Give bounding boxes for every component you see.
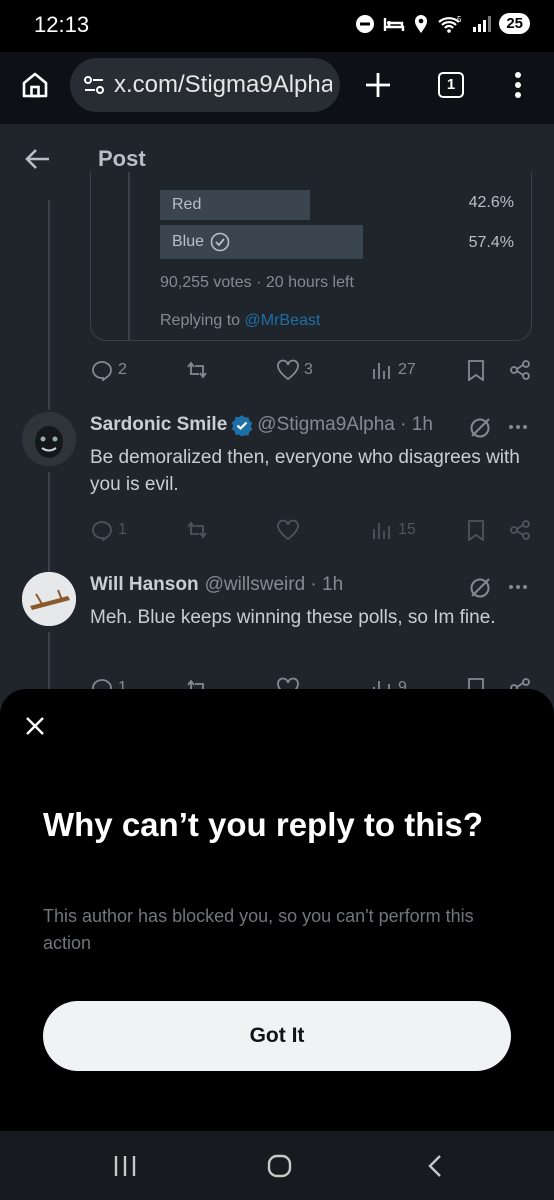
close-icon[interactable] <box>24 715 46 737</box>
replying-handle-link[interactable]: @MrBeast <box>245 312 321 329</box>
status-icons: 5 25 <box>355 13 530 34</box>
avatar[interactable] <box>22 572 76 626</box>
post-action-row: 2 3 27 <box>90 358 530 382</box>
view-count: 15 <box>398 521 416 538</box>
avatar[interactable] <box>22 412 76 466</box>
home-button-icon[interactable] <box>267 1154 293 1178</box>
author-name[interactable]: Will Hanson <box>90 574 199 596</box>
battery-level: 25 <box>499 13 530 34</box>
page-title: Post <box>98 146 146 171</box>
poll-option-percent: 42.6% <box>468 194 514 211</box>
url-text: x.com/Stigma9Alpha <box>114 71 332 98</box>
reply-header: Will Hanson @willsweird · 1h <box>90 574 343 596</box>
reply-count: 1 <box>118 521 127 538</box>
poll-option-percent: 57.4% <box>468 234 514 251</box>
replying-to: Replying to @MrBeast <box>160 312 320 330</box>
reply-text: Meh. Blue keeps winning these polls, so … <box>90 607 496 628</box>
repost-button[interactable] <box>184 519 210 541</box>
more-menu-icon[interactable] <box>510 70 526 100</box>
poll-option-bar: Blue <box>160 225 363 259</box>
author-handle[interactable]: @willsweird · 1h <box>205 574 344 596</box>
back-icon[interactable] <box>426 1154 444 1178</box>
back-arrow-icon[interactable] <box>24 148 50 170</box>
new-tab-icon[interactable] <box>364 71 392 99</box>
checkmark-icon <box>210 232 230 252</box>
poll-meta: 90,255 votes · 20 hours left <box>160 274 354 291</box>
bookmark-icon[interactable] <box>466 359 486 381</box>
like-button[interactable] <box>276 519 300 541</box>
reply-action-row: 1 15 <box>90 518 530 542</box>
author-handle[interactable]: @Stigma9Alpha · 1h <box>257 414 433 436</box>
more-options-icon[interactable] <box>508 584 528 590</box>
like-button[interactable]: 3 <box>276 359 313 381</box>
thread-line <box>48 200 50 410</box>
address-bar[interactable]: x.com/Stigma9Alpha <box>70 58 340 112</box>
location-icon <box>413 14 429 34</box>
poll-option-label: Red <box>172 196 202 213</box>
reply-header: Sardonic Smile @Stigma9Alpha · 1h <box>90 414 433 436</box>
grok-icon[interactable] <box>468 576 492 600</box>
reply-button[interactable]: 2 <box>90 359 127 381</box>
like-count: 3 <box>304 361 313 378</box>
site-settings-icon[interactable] <box>82 73 106 97</box>
replying-prefix: Replying to <box>160 312 245 329</box>
recent-apps-icon[interactable] <box>113 1155 137 1177</box>
reply-text: Be demoralized then, everyone who disagr… <box>90 447 520 495</box>
quote-thread-line <box>128 172 130 340</box>
more-options-icon[interactable] <box>508 424 528 430</box>
author-name[interactable]: Sardonic Smile <box>90 414 227 436</box>
reply-button[interactable]: 1 <box>90 519 127 541</box>
browser-toolbar: x.com/Stigma9Alpha 1 <box>0 52 554 124</box>
share-icon[interactable] <box>508 359 532 381</box>
bookmark-icon[interactable] <box>466 519 486 541</box>
views-button[interactable]: 15 <box>370 519 416 541</box>
got-it-button[interactable]: Got It <box>43 1001 511 1071</box>
poll-option-bar: Red <box>160 190 310 220</box>
grok-icon[interactable] <box>468 416 492 440</box>
tab-switcher-button[interactable]: 1 <box>438 72 464 98</box>
share-icon[interactable] <box>508 519 532 541</box>
reply-count: 2 <box>118 361 127 378</box>
views-button[interactable]: 27 <box>370 359 416 381</box>
thread-line <box>48 632 50 692</box>
thread-line <box>48 472 50 582</box>
svg-text:5: 5 <box>457 15 462 24</box>
poll-option-label: Blue <box>172 233 205 250</box>
repost-button[interactable] <box>184 359 210 381</box>
status-time: 12:13 <box>34 12 90 37</box>
view-count: 27 <box>398 361 416 378</box>
do-not-disturb-icon <box>355 14 375 34</box>
home-icon[interactable] <box>20 70 50 100</box>
signal-icon <box>471 14 492 34</box>
sheet-description: This author has blocked you, so you can'… <box>43 906 474 953</box>
verified-badge-icon <box>231 414 253 436</box>
wifi-icon: 5 <box>437 14 463 34</box>
blocked-reply-sheet: Why can’t you reply to this? This author… <box>0 689 554 1131</box>
system-nav-bar <box>0 1131 554 1200</box>
status-bar: 12:13 5 25 <box>0 0 554 52</box>
sleep-mode-icon <box>383 14 405 34</box>
sheet-title: Why can’t you reply to this? <box>43 806 484 843</box>
